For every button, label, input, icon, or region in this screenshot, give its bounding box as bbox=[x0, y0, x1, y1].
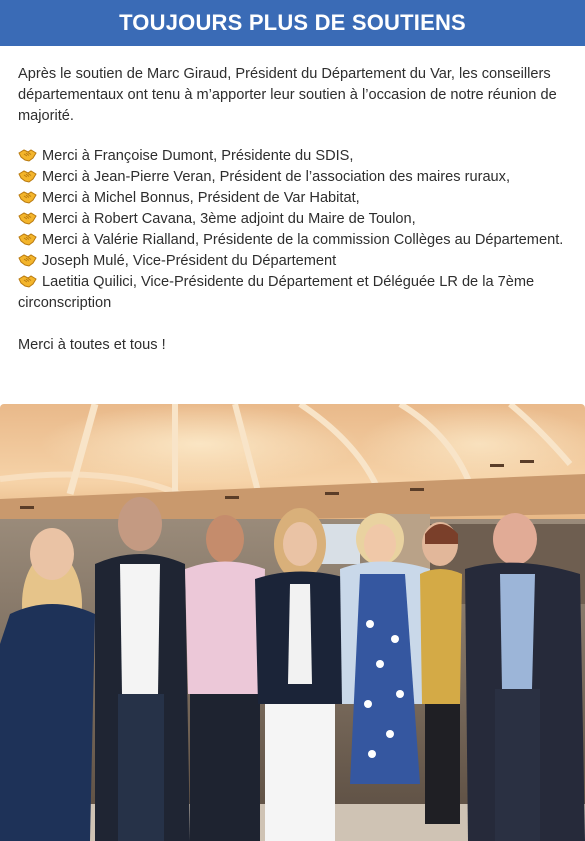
handshake-icon bbox=[18, 170, 37, 183]
handshake-icon bbox=[18, 191, 37, 204]
handshake-icon bbox=[18, 254, 37, 267]
list-item: Joseph Mulé, Vice-Président du Départeme… bbox=[18, 251, 573, 272]
thanks-text: Laetitia Quilici, Vice-Présidente du Dép… bbox=[18, 274, 535, 311]
handshake-icon bbox=[18, 233, 37, 246]
handshake-icon bbox=[18, 212, 37, 225]
intro-paragraph: Après le soutien de Marc Giraud, Préside… bbox=[18, 66, 557, 124]
thanks-text: Joseph Mulé, Vice-Président du Départeme… bbox=[42, 253, 337, 269]
thanks-text: Merci à Françoise Dumont, Présidente du … bbox=[42, 148, 354, 164]
list-item: Merci à Valérie Rialland, Présidente de … bbox=[18, 230, 573, 251]
thanks-text: Merci à Valérie Rialland, Présidente de … bbox=[42, 232, 564, 248]
thanks-text: Merci à Jean-Pierre Veran, Président de … bbox=[42, 169, 511, 185]
handshake-icon bbox=[18, 275, 37, 288]
list-item: Laetitia Quilici, Vice-Présidente du Dép… bbox=[18, 272, 573, 314]
handshake-icon bbox=[18, 149, 37, 162]
thanks-text: Merci à Robert Cavana, 3ème adjoint du M… bbox=[42, 211, 416, 227]
list-item: Merci à Robert Cavana, 3ème adjoint du M… bbox=[18, 209, 573, 230]
list-item: Merci à Françoise Dumont, Présidente du … bbox=[18, 146, 573, 167]
header-banner: TOUJOURS PLUS DE SOUTIENS bbox=[0, 0, 585, 46]
group-photo bbox=[0, 404, 585, 841]
message-body: Après le soutien de Marc Giraud, Préside… bbox=[18, 64, 573, 356]
closing-line: Merci à toutes et tous ! bbox=[18, 337, 166, 353]
list-item: Merci à Jean-Pierre Veran, Président de … bbox=[18, 167, 573, 188]
list-item: Merci à Michel Bonnus, Président de Var … bbox=[18, 188, 573, 209]
newsletter-page: TOUJOURS PLUS DE SOUTIENS Après le souti… bbox=[0, 0, 585, 841]
thanks-text: Merci à Michel Bonnus, Président de Var … bbox=[42, 190, 360, 206]
thanks-list: Merci à Françoise Dumont, Présidente du … bbox=[18, 146, 573, 314]
page-title: TOUJOURS PLUS DE SOUTIENS bbox=[119, 10, 466, 35]
